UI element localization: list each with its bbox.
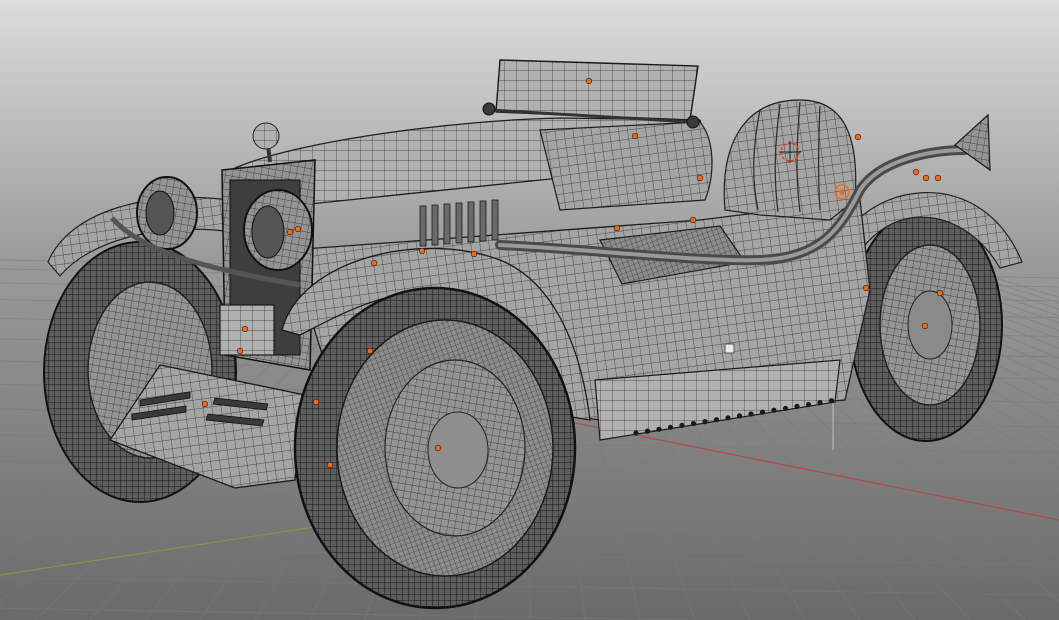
object-origin-dot[interactable] xyxy=(470,250,478,258)
object-origin-dot[interactable] xyxy=(241,325,249,333)
rivet xyxy=(702,419,708,425)
object-origin-dot[interactable] xyxy=(689,216,697,224)
rivet xyxy=(713,417,720,423)
object-origin-dot[interactable] xyxy=(613,224,621,232)
rivet xyxy=(759,409,766,415)
rivet xyxy=(817,400,823,406)
rivet xyxy=(805,401,812,408)
rivet xyxy=(828,398,835,404)
object-origin-dot[interactable] xyxy=(854,133,862,141)
rivet xyxy=(690,420,697,427)
selection-handle[interactable] xyxy=(724,343,735,354)
object-origin-dot[interactable] xyxy=(696,174,704,182)
rivet xyxy=(748,411,754,417)
3d-viewport[interactable] xyxy=(0,0,1059,620)
object-origin-dot[interactable] xyxy=(370,259,378,267)
object-origin-dot[interactable] xyxy=(326,461,334,469)
object-origin-dot[interactable] xyxy=(585,77,593,85)
rivet xyxy=(794,403,800,409)
object-origin-dot[interactable] xyxy=(286,228,294,236)
object-origin-dot[interactable] xyxy=(631,132,639,140)
object-origin-dot[interactable] xyxy=(418,247,426,255)
headlamp-left[interactable] xyxy=(136,176,198,250)
viewport-canvas[interactable] xyxy=(0,0,1059,620)
rivet xyxy=(633,430,639,436)
rivet xyxy=(736,413,743,419)
object-origin-dot[interactable] xyxy=(294,225,302,233)
object-origin-dot[interactable] xyxy=(922,174,930,182)
rivet xyxy=(644,428,651,434)
object-origin-dot[interactable] xyxy=(312,398,320,406)
object-origin-dot[interactable] xyxy=(934,174,942,182)
rivet xyxy=(656,426,662,432)
object-origin-dot[interactable] xyxy=(236,347,244,355)
rivet xyxy=(667,424,674,430)
rivet xyxy=(679,422,685,428)
object-origin-dot[interactable] xyxy=(912,168,920,176)
headlamp-right[interactable] xyxy=(243,189,313,271)
rivet xyxy=(725,415,731,421)
object-origin-dot[interactable] xyxy=(366,347,374,355)
hood-louvres xyxy=(419,199,499,247)
cowl[interactable] xyxy=(539,121,713,211)
object-origin-dot[interactable] xyxy=(936,289,944,297)
rivet xyxy=(771,407,777,413)
object-origin-dot[interactable] xyxy=(862,284,870,292)
rivet xyxy=(782,405,789,411)
object-origin-dot[interactable] xyxy=(434,444,442,452)
object-origin-dot[interactable] xyxy=(921,322,929,330)
object-origin-dot[interactable] xyxy=(201,400,209,408)
